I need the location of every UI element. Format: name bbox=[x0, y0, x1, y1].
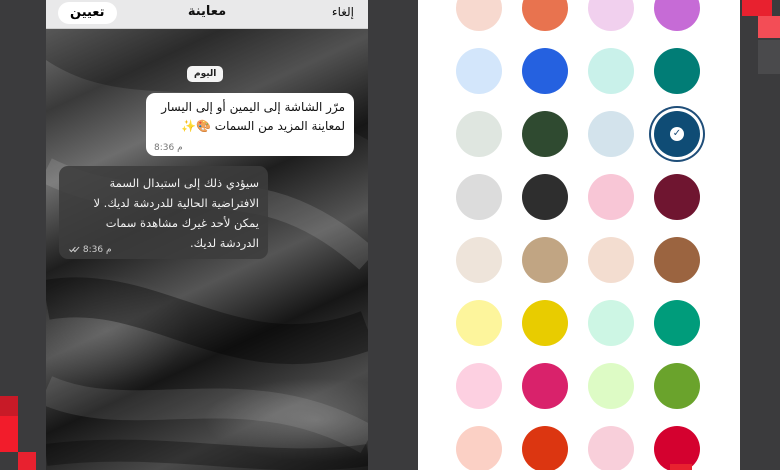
incoming-message-bubble: سيؤدي ذلك إلى استبدال السمة الافتراضية ا… bbox=[59, 166, 268, 259]
pixel-decoration bbox=[18, 452, 36, 470]
color-swatch[interactable] bbox=[588, 111, 634, 157]
color-swatch[interactable] bbox=[654, 363, 700, 409]
color-swatch[interactable] bbox=[456, 237, 502, 283]
pixel-decoration bbox=[670, 464, 692, 470]
color-swatch[interactable] bbox=[588, 174, 634, 220]
color-swatch[interactable]: ✓ bbox=[654, 111, 700, 157]
pixel-decoration bbox=[742, 0, 772, 16]
color-swatch[interactable] bbox=[654, 237, 700, 283]
color-swatch[interactable] bbox=[522, 0, 568, 31]
color-swatch[interactable] bbox=[654, 174, 700, 220]
outgoing-message-time: 8:36 م bbox=[154, 143, 183, 153]
color-swatch[interactable] bbox=[588, 300, 634, 346]
color-swatch[interactable] bbox=[588, 363, 634, 409]
outgoing-message-bubble: مرّر الشاشة إلى اليمين أو إلى اليسار لمع… bbox=[146, 93, 354, 156]
pixel-decoration bbox=[758, 40, 780, 74]
pixel-decoration bbox=[0, 396, 18, 416]
color-swatch[interactable] bbox=[588, 0, 634, 31]
color-swatch[interactable] bbox=[456, 48, 502, 94]
color-swatch[interactable] bbox=[654, 300, 700, 346]
color-swatch[interactable] bbox=[456, 426, 502, 470]
incoming-message-status: 8:36 م bbox=[67, 245, 112, 255]
double-check-icon bbox=[69, 246, 80, 253]
incoming-message-line-3: يمكن لأحد غيرك مشاهدة سمات bbox=[105, 216, 259, 230]
color-swatch[interactable] bbox=[456, 0, 502, 31]
color-swatch[interactable] bbox=[456, 174, 502, 220]
color-swatch[interactable] bbox=[456, 111, 502, 157]
chat-preview-screen: تعيين معاينة إلغاء اليوم مرّر الشاشة إلى… bbox=[46, 0, 368, 470]
incoming-message-time: 8:36 م bbox=[82, 245, 112, 255]
color-swatch[interactable] bbox=[456, 363, 502, 409]
color-swatch[interactable] bbox=[522, 300, 568, 346]
color-swatch[interactable] bbox=[588, 426, 634, 470]
color-palette-panel: ✓ bbox=[418, 0, 740, 470]
color-swatch[interactable] bbox=[522, 363, 568, 409]
incoming-message-line-2: الافتراضية الحالية للدردشة لديك. لا bbox=[93, 196, 259, 210]
outgoing-message-line-1: مرّر الشاشة إلى اليمين أو إلى اليسار bbox=[161, 100, 345, 114]
checkmark-icon: ✓ bbox=[670, 127, 684, 141]
color-swatch[interactable] bbox=[522, 426, 568, 470]
date-separator: اليوم bbox=[187, 66, 224, 82]
color-swatch[interactable] bbox=[654, 48, 700, 94]
color-swatch[interactable] bbox=[522, 237, 568, 283]
pixel-decoration bbox=[758, 16, 780, 38]
preview-header: تعيين معاينة إلغاء bbox=[46, 0, 368, 29]
color-swatch[interactable] bbox=[654, 0, 700, 31]
color-swatch[interactable] bbox=[522, 174, 568, 220]
color-swatch[interactable] bbox=[588, 48, 634, 94]
cancel-button[interactable]: إلغاء bbox=[332, 5, 354, 19]
incoming-message-line-1: سيؤدي ذلك إلى استبدال السمة bbox=[109, 176, 259, 190]
pixel-decoration bbox=[0, 416, 18, 452]
preview-title: معاينة bbox=[187, 4, 227, 19]
color-swatch[interactable] bbox=[588, 237, 634, 283]
outgoing-message-line-2: لمعاينة المزيد من السمات 🎨✨ bbox=[181, 119, 345, 133]
color-swatch[interactable] bbox=[522, 111, 568, 157]
color-swatch[interactable] bbox=[456, 300, 502, 346]
color-swatch[interactable] bbox=[522, 48, 568, 94]
